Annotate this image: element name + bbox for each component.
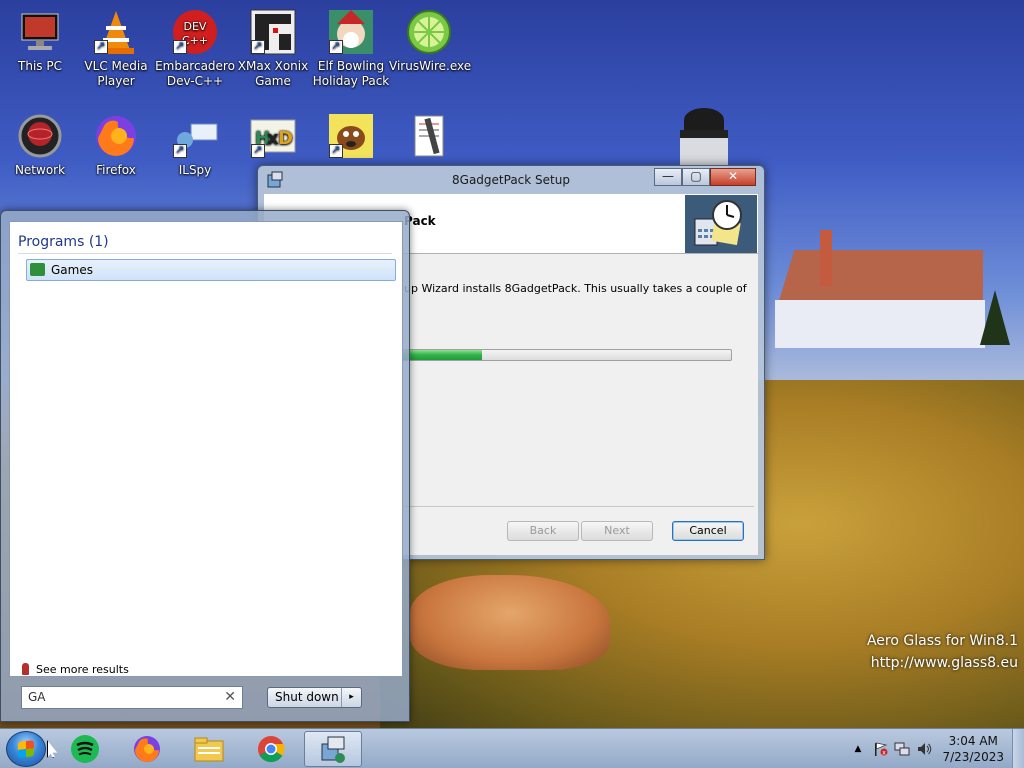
search-query: GA <box>28 690 46 704</box>
taskbar-item-setup[interactable] <box>304 731 362 767</box>
chrome-icon <box>258 736 285 763</box>
shortcut-arrow-icon <box>251 142 265 158</box>
ilspy-icon <box>171 112 219 160</box>
show-desktop-button[interactable] <box>1012 729 1024 768</box>
xonix-icon <box>249 8 297 56</box>
volume-speaker-icon[interactable] <box>916 742 932 756</box>
desktop-icon-label: Embarcadero Dev-C++ <box>155 59 235 88</box>
spotify-icon <box>71 735 99 763</box>
shortcut-arrow-icon <box>251 38 265 54</box>
computer-icon <box>16 8 64 56</box>
search-result-label: Games <box>51 263 93 277</box>
desktop-icon-network[interactable]: Network <box>0 112 80 178</box>
wallpaper-rock <box>410 575 610 670</box>
network-status-icon[interactable] <box>894 742 910 756</box>
desktop-icon-label: Firefox <box>96 163 136 177</box>
desktop-icon-xonix[interactable]: XMax Xonix Game <box>233 8 313 89</box>
svg-text:D: D <box>278 128 293 149</box>
desktop-icon-viruswire[interactable]: VirusWire.exe <box>389 8 472 74</box>
desktop-icon-vlc[interactable]: VLC Media Player <box>76 8 156 89</box>
gadget-calculator-clock-icon <box>685 195 757 253</box>
shortcut-arrow-icon <box>94 38 108 54</box>
desktop-icon-devcpp[interactable]: DEVC++ Embarcadero Dev-C++ <box>155 8 235 89</box>
aero-glass-watermark: Aero Glass for Win8.1 http://www.glass8.… <box>867 630 1018 674</box>
action-center-flag-icon[interactable]: x <box>872 742 888 757</box>
clock-date: 7/23/2023 <box>942 750 1004 764</box>
desktop-icon-label: Network <box>14 163 66 177</box>
desktop-icon-label: Elf Bowling Holiday Pack <box>312 59 390 88</box>
vlc-cone-icon <box>92 8 140 56</box>
show-hidden-icons-chevron-icon[interactable]: ▲ <box>850 742 866 756</box>
shortcut-arrow-icon <box>173 142 187 158</box>
firefox-icon <box>92 112 140 160</box>
games-icon <box>30 263 45 276</box>
taskbar-item-firefox[interactable] <box>118 731 176 767</box>
desktop-icon-elf-bowling[interactable]: Elf Bowling Holiday Pack <box>311 8 391 89</box>
desktop-icon-label: ILSpy <box>178 163 212 177</box>
desktop-icon-label: This PC <box>18 59 62 73</box>
lime-icon <box>405 8 453 56</box>
search-more-icon <box>22 663 29 675</box>
setup-installer-icon <box>321 736 345 763</box>
shut-down-button[interactable]: Shut down ▸ <box>267 687 362 708</box>
system-tray: ▲ x 3:04 AM 7/23/2023 <box>848 729 1024 768</box>
devcpp-icon: DEV C++ <box>171 8 219 56</box>
desktop-icon-ilspy[interactable]: ILSpy <box>155 112 235 178</box>
desktop-icon-label: VirusWire.exe <box>389 59 472 73</box>
maximize-button[interactable]: ▢ <box>682 168 710 186</box>
taskbar: ▲ x 3:04 AM 7/23/2023 <box>0 728 1024 768</box>
see-more-results-link[interactable]: See more results <box>22 663 129 676</box>
hxd-icon: HxD <box>249 112 297 160</box>
search-results-panel: Programs (1) Games See more results <box>9 221 403 677</box>
back-button[interactable]: Back <box>507 521 579 541</box>
taskbar-item-file-explorer[interactable] <box>180 731 238 767</box>
see-more-label: See more results <box>36 663 129 676</box>
desktop-icon-this-pc[interactable]: This PC <box>0 8 80 74</box>
shortcut-arrow-icon <box>329 142 343 158</box>
window-controls: — ▢ ✕ <box>654 168 756 186</box>
desktop-icon-label: XMax Xonix Game <box>237 59 309 88</box>
taskbar-item-spotify[interactable] <box>56 731 114 767</box>
watermark-line: Aero Glass for Win8.1 <box>866 633 1018 649</box>
wallpaper-house <box>775 300 985 348</box>
dog-game-icon <box>327 112 375 160</box>
desktop-icon-dog-game[interactable] <box>311 112 391 163</box>
clock-time: 3:04 AM <box>948 734 998 748</box>
desktop-icon-hxd[interactable]: HxD <box>233 112 313 163</box>
desktop-icon-label: VLC Media Player <box>84 59 148 88</box>
shortcut-arrow-icon <box>329 38 343 54</box>
taskbar-item-chrome[interactable] <box>242 731 300 767</box>
close-button[interactable]: ✕ <box>710 168 756 186</box>
next-button[interactable]: Next <box>581 521 653 541</box>
shut-down-label: Shut down <box>275 690 339 704</box>
shutdown-options-arrow-icon[interactable]: ▸ <box>341 688 361 707</box>
setup-description: up Wizard installs 8GadgetPack. This usu… <box>404 282 747 295</box>
start-button[interactable] <box>6 731 46 767</box>
watermark-url: http://www.glass8.eu <box>870 655 1018 671</box>
start-search-input[interactable]: GA ✕ <box>21 686 243 709</box>
start-menu[interactable]: Programs (1) Games See more results GA ✕… <box>0 210 410 722</box>
minimize-button[interactable]: — <box>654 168 682 186</box>
wallpaper-chimney <box>820 230 832 286</box>
setup-titlebar[interactable]: 8GadgetPack Setup — ▢ ✕ <box>258 166 764 194</box>
svg-text:x: x <box>882 750 886 757</box>
cancel-button[interactable]: Cancel <box>672 521 744 541</box>
wallpaper-lighthouse-dome <box>684 108 724 132</box>
file-explorer-icon <box>194 737 224 762</box>
firefox-icon <box>134 736 160 762</box>
programs-group-header: Programs (1) <box>18 234 392 254</box>
shortcut-arrow-icon <box>173 38 187 54</box>
taskbar-clock[interactable]: 3:04 AM 7/23/2023 <box>942 733 1004 765</box>
elf-bowling-icon <box>327 8 375 56</box>
clear-search-icon[interactable]: ✕ <box>224 687 236 708</box>
wallpaper-roof <box>778 250 983 304</box>
desktop-icon-firefox[interactable]: Firefox <box>76 112 156 178</box>
network-globe-icon <box>16 112 64 160</box>
search-result-games[interactable]: Games <box>26 259 396 281</box>
svg-text:DEV: DEV <box>184 20 207 33</box>
desktop-icon-document-tool[interactable] <box>389 112 469 163</box>
document-tool-icon <box>405 112 453 160</box>
